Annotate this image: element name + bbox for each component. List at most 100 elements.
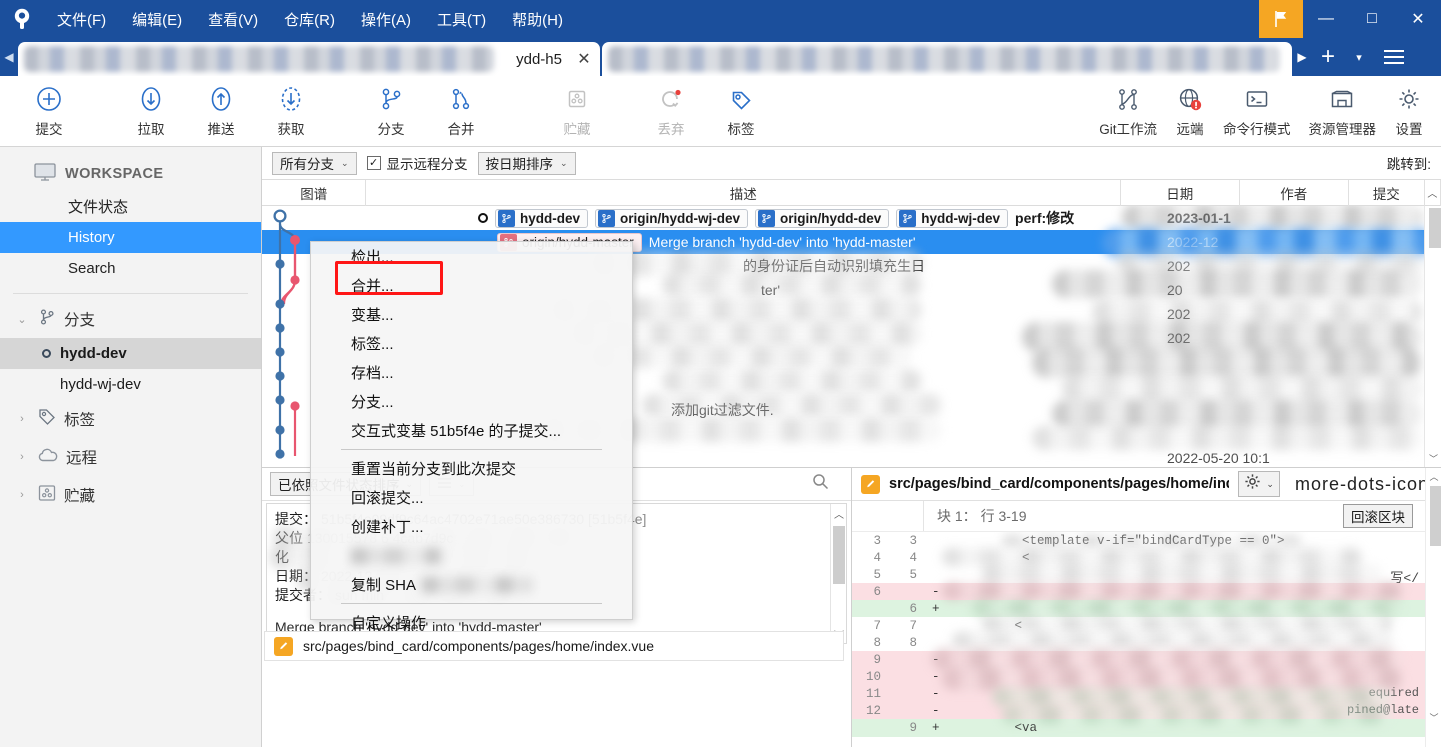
context-menu-item-interactive-rebase[interactable]: 交互式变基 51b5f4e 的子提交... — [311, 416, 632, 445]
ref-pill[interactable]: origin/hydd-wj-dev — [595, 208, 749, 228]
tab-label-blurred — [24, 46, 494, 72]
monitor-icon — [34, 163, 56, 185]
chevron-right-icon-remotes[interactable]: › — [14, 451, 30, 463]
column-header-author[interactable]: 作者 — [1240, 179, 1349, 206]
ref-pill[interactable]: hydd-wj-dev — [896, 208, 1009, 228]
menu-edit[interactable]: 编辑(E) — [119, 0, 195, 38]
new-tab-button[interactable]: + — [1310, 38, 1346, 76]
scroll-down-arrow-icon[interactable]: ﹀ — [1425, 450, 1441, 467]
detail-scroll-up-icon[interactable]: ︿ — [831, 504, 846, 522]
sidebar-branch-hydd-dev[interactable]: hydd-dev — [0, 338, 261, 369]
toolbar-merge-button[interactable]: 合并 — [426, 78, 496, 144]
diff-line: 9 + <va — [852, 719, 1441, 736]
sort-order-dropdown[interactable]: 按日期排序 ⌄ — [477, 151, 576, 175]
sidebar-group-remotes[interactable]: › 远程 — [0, 438, 261, 476]
sidebar-item-file-status[interactable]: 文件状态 — [0, 191, 261, 222]
context-menu-item-reset-branch[interactable]: 重置当前分支到此次提交 — [311, 454, 632, 483]
context-menu-item-checkout[interactable]: 检出... — [311, 242, 632, 271]
sidebar-group-stashes[interactable]: › 贮藏 — [0, 476, 261, 514]
toolbar-stash-button[interactable]: 贮藏 — [542, 78, 612, 144]
jump-to-label: 跳转到: — [1386, 157, 1431, 172]
minimize-button[interactable]: — — [1303, 0, 1349, 38]
show-remote-branches-checkbox[interactable]: ✓ 显示远程分支 — [366, 153, 468, 173]
detail-scrollbar-thumb[interactable] — [833, 526, 845, 584]
chevron-right-icon[interactable]: › — [14, 413, 30, 425]
sidebar-group-tags[interactable]: › 标签 — [0, 400, 261, 438]
toolbar-settings-button[interactable]: 设置 — [1385, 78, 1433, 144]
show-remote-branches-label: 显示远程分支 — [386, 157, 468, 172]
context-menu-item-copy-sha[interactable]: 复制 SHA — [311, 570, 632, 599]
sidebar-group-branches[interactable]: ⌄ 分支 — [0, 300, 261, 338]
chevron-right-icon-stashes[interactable]: › — [14, 489, 30, 501]
toolbar-fetch-button[interactable]: 获取 — [256, 78, 326, 144]
chevron-down-icon[interactable]: ⌄ — [14, 313, 30, 326]
hamburger-menu-icon[interactable] — [1372, 38, 1416, 76]
branch-pill-icon — [498, 209, 515, 227]
sidebar-item-history[interactable]: History — [0, 222, 261, 253]
branch-filter-dropdown[interactable]: 所有分支 ⌄ — [272, 151, 357, 175]
tab-active[interactable]: ydd-h5 ✕ — [18, 42, 600, 76]
ref-pill-label: hydd-dev — [520, 210, 581, 226]
diff-scrollbar-thumb[interactable] — [1430, 486, 1441, 546]
context-menu-item-revert[interactable]: 回滚提交... — [311, 483, 632, 512]
close-button[interactable]: ✕ — [1395, 0, 1441, 38]
tab-list-caret-icon[interactable]: ▾ — [1346, 38, 1372, 76]
sidebar-branch-hydd-wj-dev[interactable]: hydd-wj-dev — [0, 369, 261, 400]
diff-scroll-up-icon[interactable]: ︿ — [1426, 468, 1441, 485]
toolbar-branch-button[interactable]: 分支 — [356, 78, 426, 144]
ref-pill[interactable]: origin/hydd-dev — [755, 208, 890, 228]
menu-actions[interactable]: 操作(A) — [348, 0, 424, 38]
maximize-button[interactable]: □ — [1349, 0, 1395, 38]
detail-scrollbar[interactable]: ︿ ﹀ — [830, 504, 846, 643]
toolbar-discard-button[interactable]: 丢弃 — [636, 78, 706, 144]
toolbar-commit-button[interactable]: 提交 — [14, 78, 84, 144]
context-menu-item-custom-actions[interactable]: 自定义操作 — [311, 608, 632, 637]
table-row[interactable]: hydd-dev origin/hydd-wj-dev origin/hydd-… — [262, 206, 1441, 230]
scroll-up-arrow-icon[interactable]: ︿ — [1425, 179, 1441, 206]
rollback-hunk-button[interactable]: 回滚区块 — [1343, 504, 1413, 528]
commit-context-menu[interactable]: 检出... 合并... 变基... 标签... 存档... 分支... 交互式变… — [310, 241, 633, 632]
diff-settings-dropdown[interactable]: ⌄ — [1238, 471, 1280, 497]
column-header-date[interactable]: 日期 — [1121, 179, 1240, 206]
toolbar-remote-button[interactable]: 远端 — [1166, 78, 1214, 144]
toolbar-tag-button[interactable]: 标签 — [706, 78, 776, 144]
toolbar-terminal-button[interactable]: 命令行模式 — [1214, 78, 1300, 144]
menu-file[interactable]: 文件(F) — [44, 0, 119, 38]
toolbar-discard-label: 丢弃 — [657, 121, 685, 137]
column-header-graph[interactable]: 图谱 — [262, 179, 367, 206]
menu-repository[interactable]: 仓库(R) — [271, 0, 348, 38]
column-header-description[interactable]: 描述 — [366, 179, 1121, 206]
menu-view[interactable]: 查看(V) — [195, 0, 271, 38]
diff-scroll-down-icon[interactable]: ﹀ — [1426, 709, 1441, 726]
context-menu-item-branch[interactable]: 分支... — [311, 387, 632, 416]
scrollbar-thumb[interactable] — [1429, 208, 1441, 248]
search-icon[interactable] — [812, 473, 829, 495]
commit-list-scrollbar[interactable]: ﹀ — [1424, 206, 1441, 467]
context-menu-item-merge[interactable]: 合并... — [311, 271, 632, 300]
tab-secondary[interactable] — [602, 42, 1292, 76]
more-dots-icon[interactable]: more-dots-icon — [1289, 474, 1435, 495]
diff-lines: 3 3 <template v-if="bindCardType == 0"> 4… — [852, 532, 1441, 737]
toolbar-settings-label: 设置 — [1395, 121, 1423, 137]
context-menu-item-blurred[interactable] — [311, 541, 632, 570]
context-menu-item-archive[interactable]: 存档... — [311, 358, 632, 387]
diff-scrollbar[interactable]: ︿ ﹀ — [1425, 468, 1441, 747]
sidebar-item-search[interactable]: Search — [0, 253, 261, 284]
context-menu-item-tag[interactable]: 标签... — [311, 329, 632, 358]
flag-icon[interactable] — [1259, 0, 1303, 38]
toolbar-pull-button[interactable]: 拉取 — [116, 78, 186, 144]
tab-scroll-left-icon[interactable]: ◀ — [0, 38, 18, 76]
tab-scroll-right-icon[interactable]: ▶ — [1294, 38, 1310, 76]
context-menu-item-rebase[interactable]: 变基... — [311, 300, 632, 329]
tab-close-icon[interactable]: ✕ — [576, 49, 592, 69]
toolbar-push-button[interactable]: 推送 — [186, 78, 256, 144]
column-header-commit[interactable]: 提交 — [1349, 179, 1425, 206]
menu-help[interactable]: 帮助(H) — [499, 0, 576, 38]
menu-tools[interactable]: 工具(T) — [424, 0, 499, 38]
context-menu-item-create-patch[interactable]: 创建补丁... — [311, 512, 632, 541]
diff-line-old: 10 — [865, 669, 881, 684]
context-menu-divider-2 — [341, 603, 602, 604]
toolbar-explorer-button[interactable]: 资源管理器 — [1300, 78, 1386, 144]
toolbar-gitflow-button[interactable]: Git工作流 — [1090, 78, 1166, 144]
ref-pill[interactable]: hydd-dev — [495, 208, 589, 228]
